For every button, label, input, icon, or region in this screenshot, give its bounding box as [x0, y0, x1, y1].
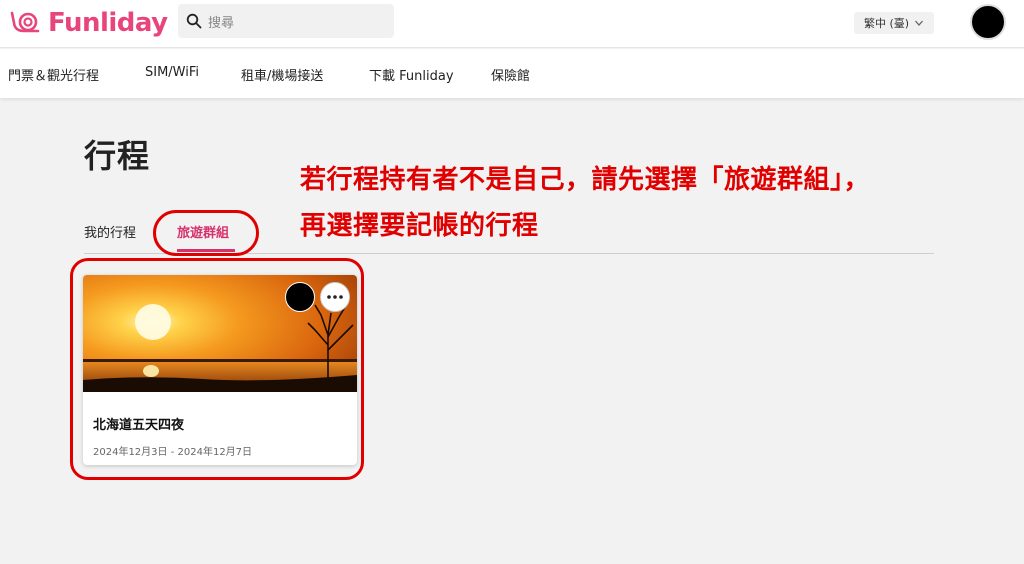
main-nav: 門票＆觀光行程 SIM/WiFi 租車/機場接送 下載 Funliday 保險館: [0, 49, 1024, 98]
annotation-text-line1: 若行程持有者不是自己，請先選擇「旅遊群組」，: [300, 165, 871, 195]
logo[interactable]: Funliday: [8, 6, 168, 40]
top-bar: Funliday 搜尋 繁中 (臺): [0, 0, 1024, 48]
language-selector[interactable]: 繁中 (臺): [854, 12, 934, 34]
search-input[interactable]: 搜尋: [178, 4, 394, 38]
logo-text: Funliday: [48, 8, 168, 38]
nav-car-rental-transfer[interactable]: 租車/機場接送: [241, 65, 323, 84]
nav-tickets-tours[interactable]: 門票＆觀光行程: [8, 65, 99, 84]
chevron-down-icon: [915, 20, 924, 26]
page-title: 行程: [84, 137, 151, 175]
nav-sim-wifi[interactable]: SIM/WiFi: [145, 65, 199, 80]
annotation-circle-card: [70, 258, 364, 480]
tab-my-trips[interactable]: 我的行程: [84, 222, 136, 241]
snail-logo-icon: [10, 11, 40, 33]
search-placeholder: 搜尋: [208, 15, 235, 31]
user-avatar[interactable]: [970, 4, 1006, 40]
annotation-text-line2: 再選擇要記帳的行程: [300, 211, 539, 241]
nav-download-app[interactable]: 下載 Funliday: [369, 65, 454, 84]
search-icon: [186, 13, 202, 29]
language-label: 繁中 (臺): [863, 17, 910, 30]
annotation-circle-tab: [153, 210, 259, 256]
nav-insurance[interactable]: 保險館: [491, 65, 530, 84]
